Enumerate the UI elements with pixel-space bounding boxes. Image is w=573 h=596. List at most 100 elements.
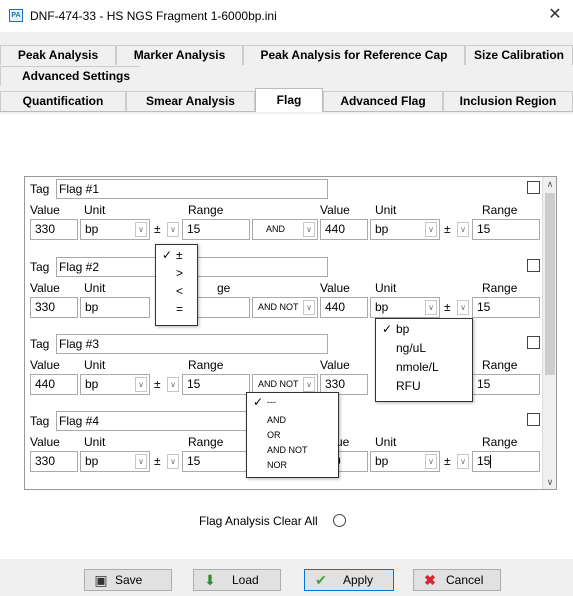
chevron-down-icon[interactable]: ∨: [303, 222, 315, 237]
flag-4-tag-input[interactable]: Flag #4: [56, 411, 250, 431]
tab-size-calibration[interactable]: Size Calibration: [465, 45, 573, 65]
flag-2-checkbox[interactable]: [527, 259, 540, 272]
flag-3-value-1-input[interactable]: 440: [30, 374, 78, 395]
vertical-scrollbar[interactable]: ∧ ∨: [542, 177, 556, 489]
flag-1-value-1-input[interactable]: 330: [30, 219, 78, 240]
chevron-down-icon[interactable]: ∨: [457, 300, 469, 315]
chevron-down-icon[interactable]: ∨: [457, 222, 469, 237]
menu-item-equal[interactable]: =: [156, 295, 197, 316]
menu-item-and[interactable]: AND: [247, 413, 338, 428]
flag-3-checkbox[interactable]: [527, 336, 540, 349]
flag-4-value-1-input[interactable]: 330: [30, 451, 78, 472]
menu-item-ng-ul[interactable]: ng/uL: [376, 340, 472, 359]
tab-flag[interactable]: Flag: [255, 88, 323, 112]
chevron-down-icon[interactable]: ∨: [425, 222, 437, 237]
flag-1-sign-dropdown[interactable]: ∨: [163, 219, 180, 240]
tab-smear-analysis[interactable]: Smear Analysis: [126, 91, 255, 111]
flag-3-range-2-input[interactable]: 15: [472, 374, 540, 395]
flag-4-unit-1-select[interactable]: bp ∨: [80, 451, 150, 472]
flag-row-1: Tag Flag #1 Value Unit Range Value Unit …: [30, 177, 542, 250]
close-icon[interactable]: ✕: [545, 5, 565, 25]
flag-3-range-1-input[interactable]: 15: [182, 374, 250, 395]
tab-peak-analysis[interactable]: Peak Analysis: [0, 45, 116, 65]
flag-3-unit-1-select[interactable]: bp ∨: [80, 374, 150, 395]
unit-label: Unit: [375, 435, 397, 449]
tab-row-2: Advanced Settings: [0, 66, 573, 86]
flag-1-unit-2-select[interactable]: bp ∨: [370, 219, 440, 240]
menu-item-less[interactable]: <: [156, 279, 197, 298]
tab-inclusion-region[interactable]: Inclusion Region: [443, 91, 573, 111]
tab-advanced-settings[interactable]: Advanced Settings: [0, 66, 140, 86]
chevron-down-icon[interactable]: ∨: [135, 377, 147, 392]
tag-label: Tag: [30, 260, 50, 274]
menu-item-rfu[interactable]: RFU: [376, 378, 472, 397]
menu-item-and-not[interactable]: AND NOT: [247, 443, 338, 458]
flag-1-unit-1-select[interactable]: bp ∨: [80, 219, 150, 240]
flag-2-range-2-input[interactable]: 15: [472, 297, 540, 318]
chevron-down-icon[interactable]: ∨: [457, 454, 469, 469]
chevron-down-icon[interactable]: ∨: [303, 300, 315, 315]
apply-button[interactable]: ✔ Apply: [304, 569, 394, 591]
flag-2-value-1-input[interactable]: 330: [30, 297, 78, 318]
flag-1-tag-input[interactable]: Flag #1: [56, 179, 328, 199]
chevron-down-icon[interactable]: ∨: [167, 377, 179, 392]
chevron-down-icon[interactable]: ∨: [135, 222, 147, 237]
flag-1-sign-2-dropdown[interactable]: ∨: [453, 219, 470, 240]
unit-value: bp: [85, 222, 99, 236]
scrollbar-thumb[interactable]: [545, 193, 555, 375]
tab-quantification[interactable]: Quantification: [0, 91, 126, 111]
flag-4-range-2-input[interactable]: 15: [472, 451, 540, 472]
flag-1-range-1-input[interactable]: 15: [182, 219, 250, 240]
flag-1-value-2-input[interactable]: 440: [320, 219, 368, 240]
menu-item-bp[interactable]: ✓ bp: [376, 321, 472, 340]
flag-1-checkbox[interactable]: [527, 181, 540, 194]
flag-4-sign-2-dropdown[interactable]: ∨: [453, 451, 470, 472]
flag-4-sign-dropdown[interactable]: ∨: [163, 451, 180, 472]
flag-4-range-1-input[interactable]: 15: [182, 451, 250, 472]
menu-item-nor[interactable]: NOR: [247, 458, 338, 473]
chevron-up-icon[interactable]: ∧: [543, 177, 556, 191]
menu-item-none[interactable]: ✓ ---: [247, 395, 338, 413]
chevron-down-icon[interactable]: ∨: [425, 300, 437, 315]
tab-peak-analysis-reference-cap[interactable]: Peak Analysis for Reference Cap: [243, 45, 465, 65]
flag-analysis-clear-all-radio[interactable]: [333, 514, 346, 527]
flag-2-unit-1-select[interactable]: bp: [80, 297, 150, 318]
range-label: Range: [482, 203, 518, 217]
menu-item-nmole-l[interactable]: nmole/L: [376, 359, 472, 378]
menu-item-plus-minus[interactable]: ✓ ±: [156, 247, 197, 263]
value-label: Value: [320, 358, 350, 372]
load-button[interactable]: ⬇ Load: [193, 569, 281, 591]
flag-2-sign-2-dropdown[interactable]: ∨: [453, 297, 470, 318]
chevron-down-icon[interactable]: ∨: [543, 475, 556, 489]
chevron-down-icon[interactable]: ∨: [135, 454, 147, 469]
value-label: Value: [30, 435, 60, 449]
tab-advanced-flag[interactable]: Advanced Flag: [323, 91, 443, 111]
chevron-down-icon[interactable]: ∨: [303, 377, 315, 392]
range-label: Range: [482, 435, 518, 449]
menu-item-greater[interactable]: >: [156, 263, 197, 280]
chevron-down-icon[interactable]: ∨: [167, 222, 179, 237]
flag-3-tag-input[interactable]: Flag #3: [56, 334, 328, 354]
x-icon: ✖: [424, 572, 436, 588]
chevron-down-icon[interactable]: ∨: [425, 454, 437, 469]
value-label: Value: [30, 358, 60, 372]
cancel-button[interactable]: ✖ Cancel: [413, 569, 501, 591]
cancel-label: Cancel: [446, 573, 484, 587]
flag-2-operator-select[interactable]: AND NOT ∨: [252, 297, 318, 318]
flag-3-sign-dropdown[interactable]: ∨: [163, 374, 180, 395]
operator-dropdown-menu: ✓ --- AND OR AND NOT NOR: [246, 392, 339, 478]
tab-marker-analysis[interactable]: Marker Analysis: [116, 45, 243, 65]
range-label-partial: ge: [217, 281, 231, 295]
flag-4-unit-2-select[interactable]: bp ∨: [370, 451, 440, 472]
plus-minus-sign: ±: [444, 300, 451, 314]
flag-1-operator-select[interactable]: AND ∨: [252, 219, 318, 240]
load-label: Load: [232, 573, 259, 587]
flag-2-unit-2-select[interactable]: bp ∨: [370, 297, 440, 318]
flag-4-checkbox[interactable]: [527, 413, 540, 426]
chevron-down-icon[interactable]: ∨: [167, 454, 179, 469]
flag-1-range-2-input[interactable]: 15: [472, 219, 540, 240]
flag-2-value-2-input[interactable]: 440: [320, 297, 368, 318]
menu-item-or[interactable]: OR: [247, 428, 338, 443]
check-icon: ✔: [315, 572, 327, 588]
save-button[interactable]: ▣ Save: [84, 569, 172, 591]
